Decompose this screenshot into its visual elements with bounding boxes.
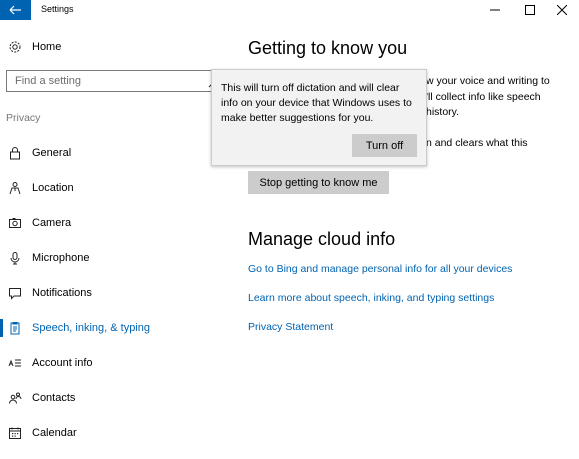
maximize-icon bbox=[525, 5, 535, 15]
sidebar-item-label: Speech, inking, & typing bbox=[32, 322, 151, 334]
minimize-button[interactable] bbox=[478, 0, 512, 20]
search-input[interactable] bbox=[15, 75, 195, 87]
description-line: w your voice and writing to bbox=[426, 75, 550, 87]
stop-getting-to-know-me-button[interactable]: Stop getting to know me bbox=[248, 171, 389, 194]
window-title: Settings bbox=[41, 4, 74, 14]
sidebar-item-account-info[interactable]: Account info bbox=[0, 350, 235, 376]
section-title-getting-to-know-you: Getting to know you bbox=[248, 38, 408, 58]
sidebar-item-label: Account info bbox=[32, 357, 93, 369]
sidebar-item-label: Notifications bbox=[32, 287, 92, 299]
sidebar-item-location[interactable]: Location bbox=[0, 175, 235, 201]
clipboard-icon bbox=[8, 321, 22, 335]
bing-personal-info-link[interactable]: Go to Bing and manage personal info for … bbox=[248, 263, 512, 275]
maximize-button[interactable] bbox=[513, 0, 547, 20]
sidebar-item-label: Home bbox=[32, 41, 62, 53]
sidebar-item-label: General bbox=[32, 147, 72, 159]
learn-more-speech-link[interactable]: Learn more about speech, inking, and typ… bbox=[248, 292, 494, 304]
sidebar-item-home[interactable]: Home bbox=[0, 37, 235, 59]
privacy-statement-link[interactable]: Privacy Statement bbox=[248, 321, 333, 333]
flyout-message: This will turn off dictation and will cl… bbox=[221, 82, 412, 124]
sidebar-item-label: Calendar bbox=[32, 427, 77, 439]
calendar-icon bbox=[8, 426, 22, 440]
minimize-icon bbox=[490, 9, 500, 11]
sidebar-item-label: Microphone bbox=[32, 252, 90, 264]
description-line: n and clears what this bbox=[426, 137, 528, 149]
sidebar-item-general[interactable]: General bbox=[0, 140, 235, 166]
microphone-icon bbox=[8, 251, 22, 265]
turn-off-confirmation-flyout: This will turn off dictation and will cl… bbox=[211, 69, 427, 166]
search-box[interactable] bbox=[6, 70, 226, 92]
sidebar-item-calendar[interactable]: Calendar bbox=[0, 420, 235, 446]
sidebar-item-microphone[interactable]: Microphone bbox=[0, 245, 235, 271]
close-button[interactable] bbox=[545, 0, 579, 20]
sidebar-item-notifications[interactable]: Notifications bbox=[0, 280, 235, 306]
sidebar-item-contacts[interactable]: Contacts bbox=[0, 385, 235, 411]
selection-indicator bbox=[0, 319, 3, 337]
lock-icon bbox=[8, 146, 22, 160]
sidebar-item-speech-inking-typing[interactable]: Speech, inking, & typing bbox=[0, 315, 235, 341]
section-title-manage-cloud-info: Manage cloud info bbox=[248, 229, 396, 249]
contacts-icon bbox=[8, 391, 22, 405]
sidebar-item-camera[interactable]: Camera bbox=[0, 210, 235, 236]
turn-off-button[interactable]: Turn off bbox=[352, 134, 417, 157]
sidebar-item-label: Contacts bbox=[32, 392, 76, 404]
sidebar-item-label: Camera bbox=[32, 217, 72, 229]
location-person-icon bbox=[8, 181, 22, 195]
title-bar: Settings bbox=[0, 0, 579, 20]
account-info-icon bbox=[8, 356, 22, 370]
back-button[interactable] bbox=[0, 0, 31, 20]
description-line: 'll collect info like speech bbox=[426, 91, 541, 103]
group-label: Privacy bbox=[6, 112, 41, 124]
sidebar-item-label: Location bbox=[32, 182, 74, 194]
description-line: history. bbox=[426, 106, 460, 118]
notifications-icon bbox=[8, 286, 22, 300]
gear-icon bbox=[8, 40, 22, 54]
close-icon bbox=[557, 5, 567, 15]
back-arrow-icon bbox=[9, 5, 21, 15]
camera-icon bbox=[8, 216, 22, 230]
